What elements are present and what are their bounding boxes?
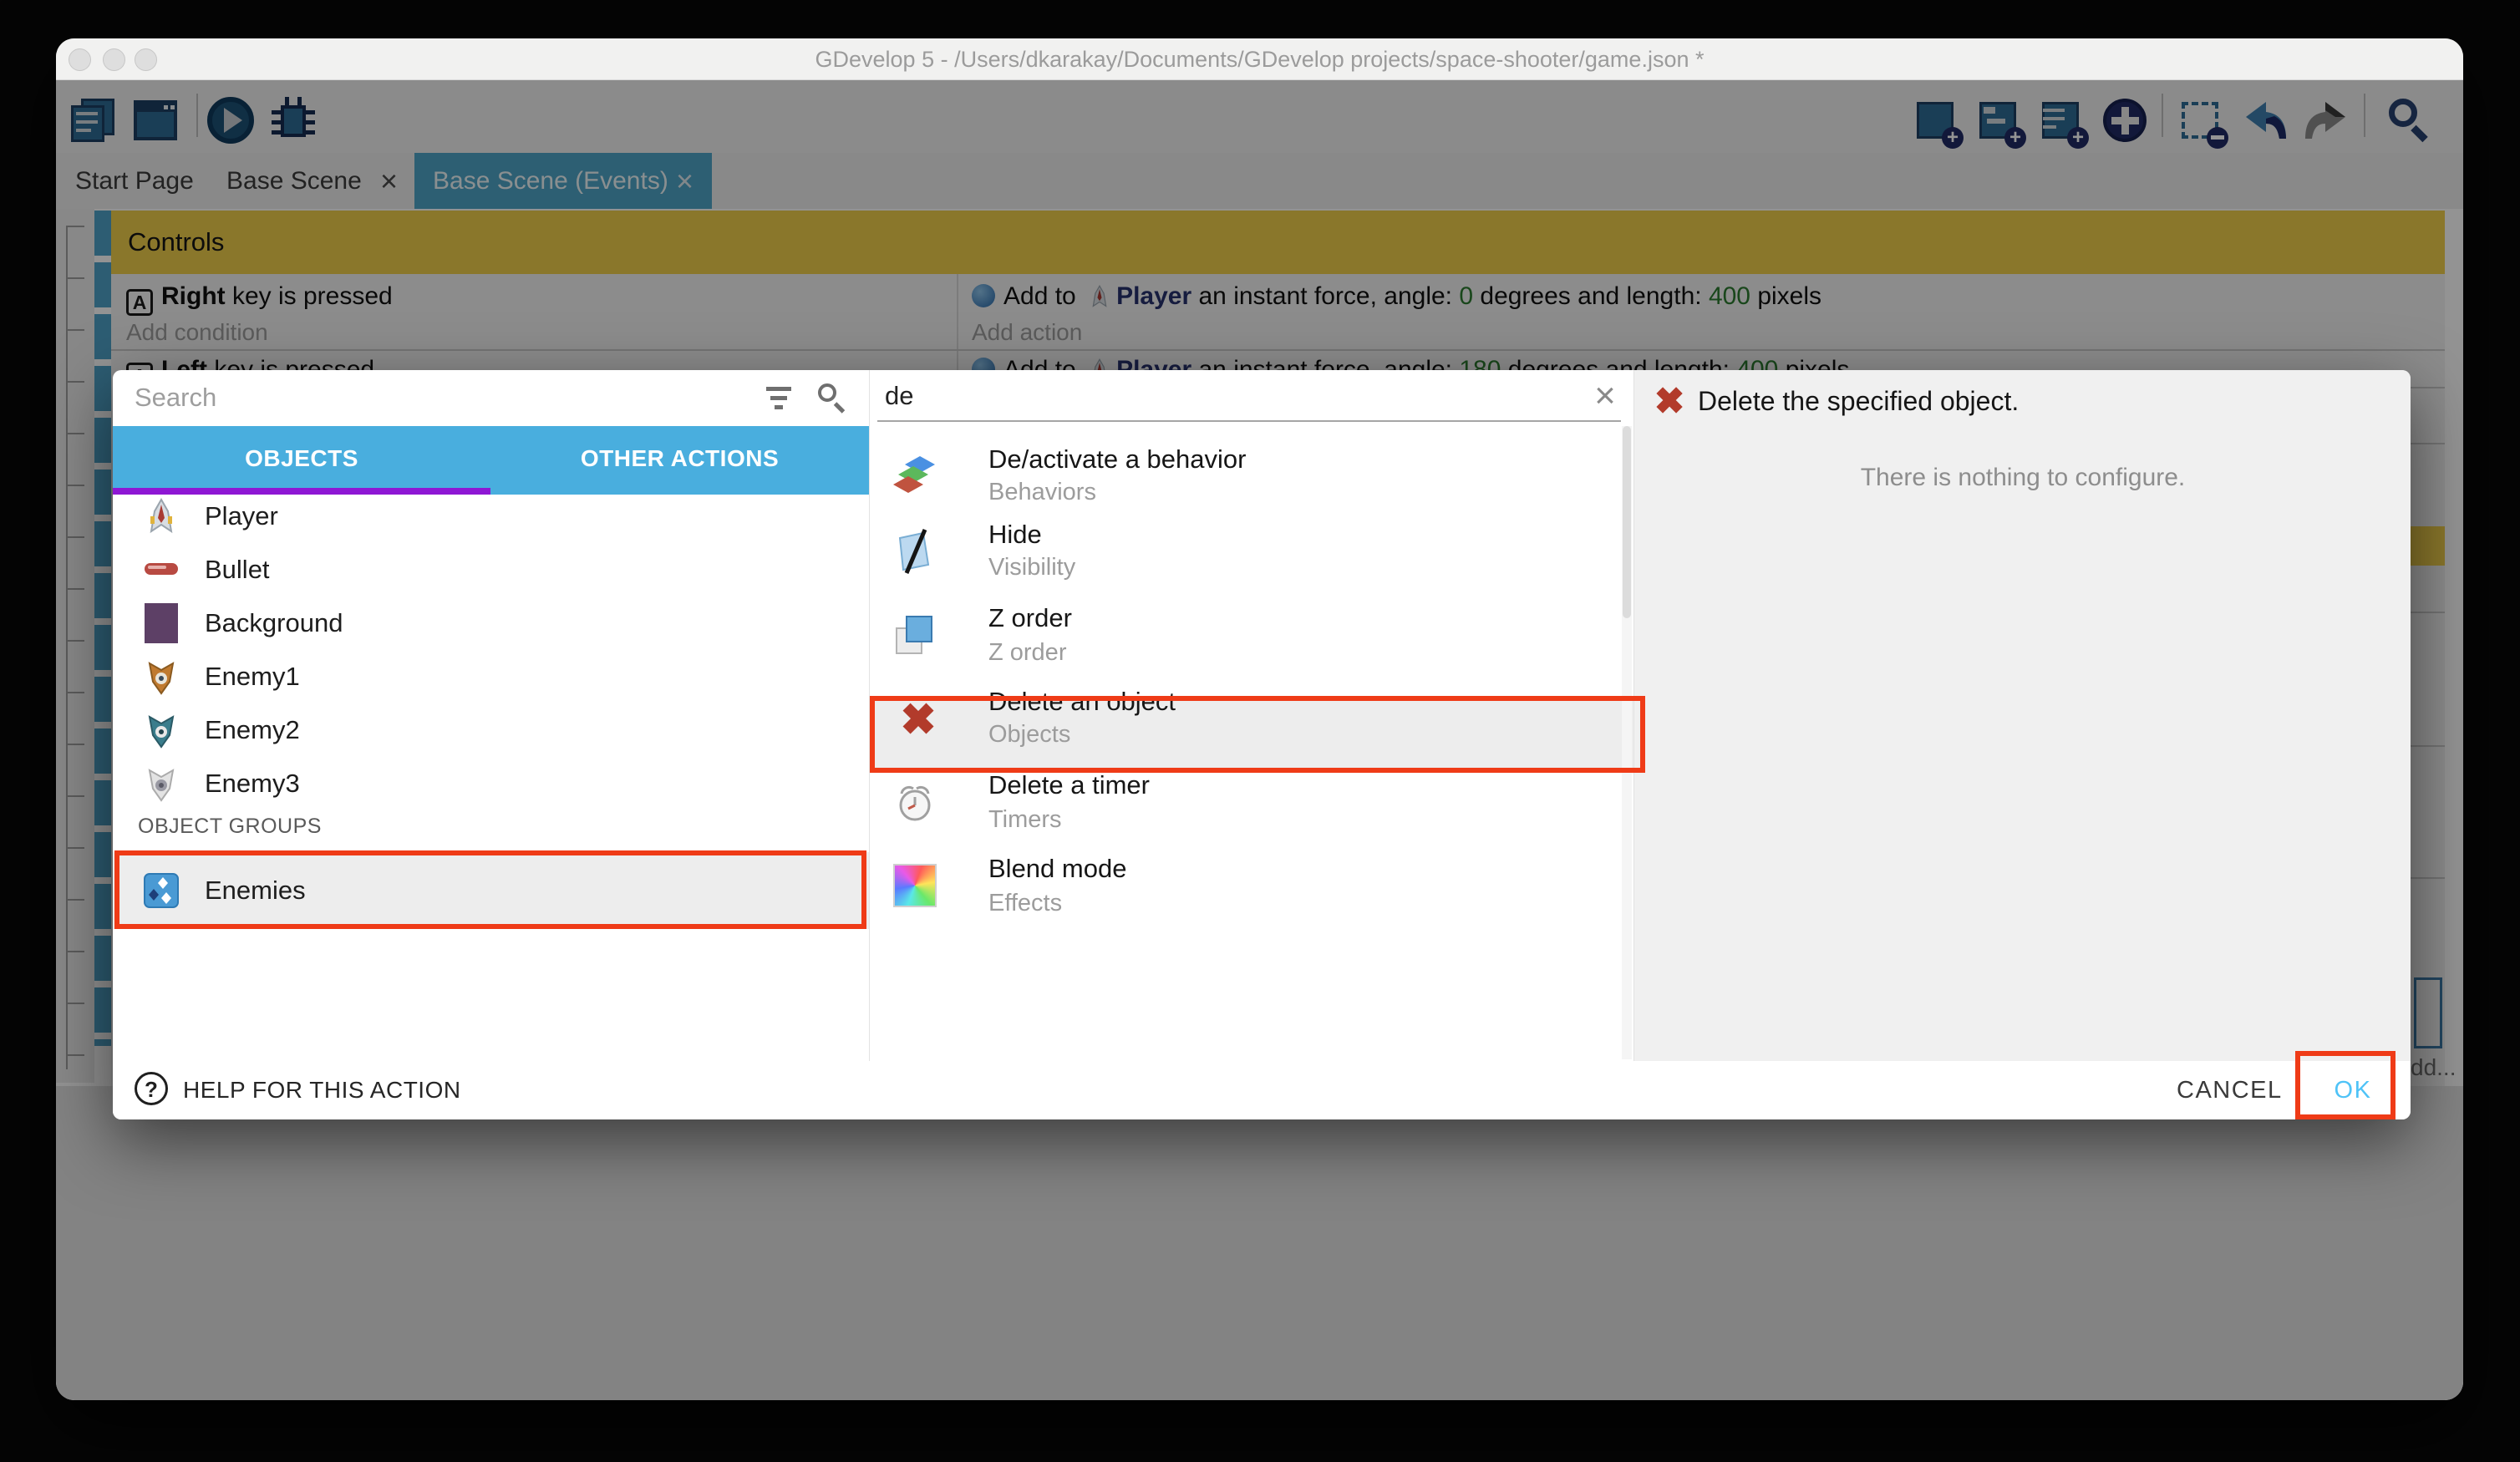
object-row-enemy1[interactable]: Enemy1	[113, 650, 869, 703]
choose-action-dialog: OBJECTS OTHER ACTIONS Player Bullet Back…	[113, 370, 2411, 1119]
result-title: Delete a timer	[988, 769, 1150, 801]
behavior-icon	[892, 453, 938, 500]
hide-icon	[892, 528, 938, 575]
result-subtitle: Behaviors	[988, 478, 1096, 506]
result-title: Hide	[988, 519, 1042, 551]
clear-search-icon[interactable]: ×	[1587, 375, 1623, 417]
player-icon	[143, 498, 180, 535]
object-row-bullet[interactable]: Bullet	[113, 543, 869, 596]
help-icon[interactable]: ?	[135, 1072, 168, 1105]
action-search-input[interactable]	[883, 372, 1585, 420]
app-window: GDevelop 5 - /Users/dkarakay/Documents/G…	[56, 38, 2463, 1400]
object-name: Background	[205, 596, 343, 650]
object-row-background[interactable]: Background	[113, 596, 869, 650]
object-name: Player	[205, 490, 278, 543]
help-link[interactable]: HELP FOR THIS ACTION	[183, 1061, 461, 1119]
action-detail-pane: ✖ Delete the specified object. There is …	[1633, 370, 2411, 1061]
search-icon[interactable]	[816, 382, 850, 415]
annotation-box-ok	[2295, 1051, 2396, 1119]
search-underline	[877, 420, 1621, 422]
dialog-tab-bar: OBJECTS OTHER ACTIONS	[113, 426, 869, 495]
bullet-icon	[143, 558, 180, 580]
object-row-enemy2[interactable]: Enemy2	[113, 703, 869, 757]
enemy3-icon	[143, 765, 180, 802]
titlebar: GDevelop 5 - /Users/dkarakay/Documents/G…	[56, 38, 2463, 80]
result-subtitle: Z order	[988, 638, 1066, 667]
action-detail-title: Delete the specified object.	[1698, 370, 2019, 432]
annotation-box-delete-object	[870, 696, 1645, 773]
object-row-player[interactable]: Player	[113, 490, 869, 543]
result-subtitle: Visibility	[988, 553, 1075, 581]
tab-objects[interactable]: OBJECTS	[113, 426, 490, 495]
result-subtitle: Effects	[988, 889, 1062, 917]
enemy1-icon	[143, 658, 180, 695]
object-name: Enemy2	[205, 703, 300, 757]
screenshot-stage: GDevelop 5 - /Users/dkarakay/Documents/G…	[0, 0, 2520, 1462]
blend-mode-icon	[893, 864, 937, 907]
object-name: Enemy1	[205, 650, 300, 703]
object-row-enemy3[interactable]: Enemy3	[113, 757, 869, 810]
z-order-icon	[892, 612, 938, 658]
result-title: Blend mode	[988, 853, 1126, 885]
timer-icon	[892, 779, 938, 825]
cancel-button[interactable]: CANCEL	[2177, 1061, 2283, 1119]
background-icon	[145, 603, 178, 643]
result-title: De/activate a behavior	[988, 444, 1246, 475]
object-search-input[interactable]	[133, 372, 743, 424]
object-name: Bullet	[205, 543, 270, 596]
dialog-footer: ? HELP FOR THIS ACTION CANCEL OK	[113, 1061, 2411, 1119]
nothing-to-configure-text: There is nothing to configure.	[1634, 464, 2411, 492]
object-name: Enemy3	[205, 757, 300, 810]
object-groups-label: OBJECT GROUPS	[138, 811, 322, 841]
result-subtitle: Timers	[988, 805, 1062, 834]
delete-object-icon: ✖	[1649, 382, 1689, 422]
window-title: GDevelop 5 - /Users/dkarakay/Documents/G…	[56, 38, 2463, 80]
filter-icon[interactable]	[763, 385, 796, 414]
tab-other-actions[interactable]: OTHER ACTIONS	[490, 426, 869, 495]
scrollbar-thumb[interactable]	[1623, 426, 1631, 618]
result-title: Z order	[988, 602, 1072, 634]
enemy2-icon	[143, 712, 180, 749]
annotation-box-enemies	[114, 850, 866, 929]
